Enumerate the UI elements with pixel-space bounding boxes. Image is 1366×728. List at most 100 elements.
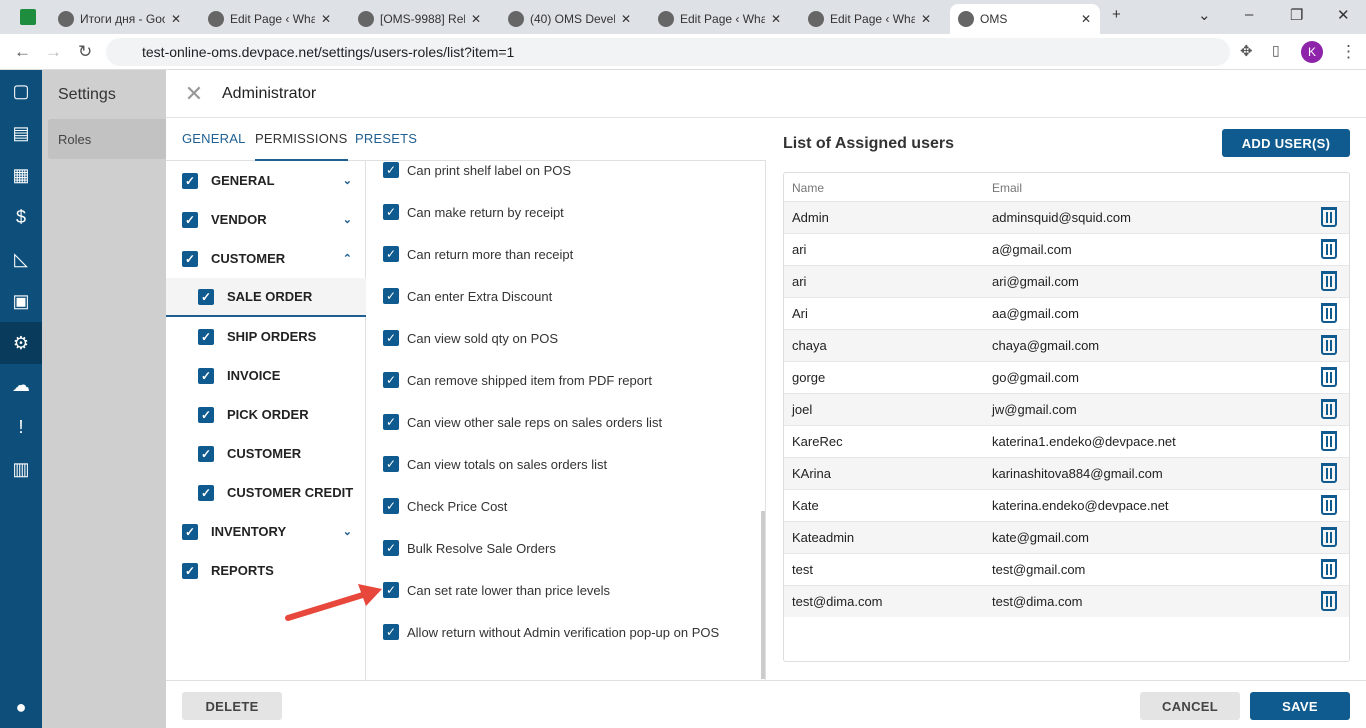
add-users-button[interactable]: ADD USER(S) bbox=[1222, 129, 1350, 157]
dashboard-icon[interactable]: ▢ bbox=[0, 70, 42, 112]
checkbox-checked-icon[interactable]: ✓ bbox=[198, 367, 214, 384]
tab-general[interactable]: GENERAL bbox=[182, 131, 246, 146]
checkbox-checked-icon[interactable]: ✓ bbox=[383, 330, 399, 346]
trash-icon[interactable] bbox=[1321, 559, 1337, 579]
checkbox-checked-icon[interactable]: ✓ bbox=[383, 498, 399, 514]
alert-icon[interactable]: ! bbox=[0, 406, 42, 448]
trash-icon[interactable] bbox=[1321, 463, 1337, 483]
category-item[interactable]: ✓ CUSTOMER ⌃ bbox=[166, 239, 366, 278]
category-item[interactable]: ✓ GENERAL ⌄ bbox=[166, 161, 366, 200]
scrollbar[interactable] bbox=[761, 511, 765, 679]
user-icon[interactable]: ● bbox=[0, 686, 42, 728]
back-icon[interactable]: ← bbox=[14, 42, 31, 62]
permission-item[interactable]: ✓ Can print shelf label on POS bbox=[383, 162, 571, 178]
settings-item-roles[interactable]: Roles bbox=[48, 119, 166, 159]
checkbox-checked-icon[interactable]: ✓ bbox=[383, 624, 399, 640]
checkbox-checked-icon[interactable]: ✓ bbox=[182, 250, 198, 267]
checkbox-checked-icon[interactable]: ✓ bbox=[182, 523, 198, 540]
checkbox-checked-icon[interactable]: ✓ bbox=[383, 372, 399, 388]
tab-close-icon[interactable]: ✕ bbox=[1081, 12, 1091, 26]
sheets-pinned-tab-icon[interactable] bbox=[20, 9, 36, 25]
save-button[interactable]: SAVE bbox=[1250, 692, 1350, 720]
trash-icon[interactable] bbox=[1321, 367, 1337, 387]
category-item[interactable]: ✓ SHIP ORDERS bbox=[166, 317, 366, 356]
trash-icon[interactable] bbox=[1321, 271, 1337, 291]
checkbox-checked-icon[interactable]: ✓ bbox=[383, 456, 399, 472]
ruler-icon[interactable]: ◺ bbox=[0, 238, 42, 280]
category-item[interactable]: ✓ INVENTORY ⌄ bbox=[166, 512, 366, 551]
category-item[interactable]: ✓ CUSTOMER bbox=[166, 434, 366, 473]
tab-presets[interactable]: PRESETS bbox=[355, 131, 417, 146]
trash-icon[interactable] bbox=[1321, 207, 1337, 227]
checkbox-checked-icon[interactable]: ✓ bbox=[383, 204, 399, 220]
restore-icon[interactable]: ❐ bbox=[1290, 6, 1303, 24]
tab-close-icon[interactable]: ✕ bbox=[771, 12, 781, 26]
browser-tab[interactable]: Edit Page ‹ What ✕ bbox=[650, 4, 798, 34]
tab-search-icon[interactable]: ⌄ bbox=[1198, 6, 1211, 24]
permission-item[interactable]: ✓ Can make return by receipt bbox=[383, 204, 564, 220]
trash-icon[interactable] bbox=[1321, 335, 1337, 355]
permission-item[interactable]: ✓ Can enter Extra Discount bbox=[383, 288, 552, 304]
checkbox-checked-icon[interactable]: ✓ bbox=[383, 582, 399, 598]
checkbox-checked-icon[interactable]: ✓ bbox=[182, 172, 198, 189]
checkbox-checked-icon[interactable]: ✓ bbox=[383, 246, 399, 262]
dollar-icon[interactable]: $ bbox=[0, 196, 42, 238]
permission-item[interactable]: ✓ Bulk Resolve Sale Orders bbox=[383, 540, 556, 556]
menu-icon[interactable]: ⋮ bbox=[1340, 42, 1357, 62]
document-icon[interactable]: ▤ bbox=[0, 112, 42, 154]
chevron-down-icon[interactable]: ⌄ bbox=[343, 525, 352, 538]
permission-item[interactable]: ✓ Can set rate lower than price levels bbox=[383, 582, 610, 598]
browser-tab[interactable]: OMS ✕ bbox=[950, 4, 1100, 34]
permission-item[interactable]: ✓ Can return more than receipt bbox=[383, 246, 573, 262]
cloud-upload-icon[interactable]: ☁ bbox=[0, 364, 42, 406]
checkbox-checked-icon[interactable]: ✓ bbox=[198, 484, 214, 501]
sidepanel-icon[interactable]: ▯ bbox=[1272, 42, 1280, 59]
url-input[interactable]: test-online-oms.devpace.net/settings/use… bbox=[106, 38, 1230, 66]
browser-tab[interactable]: (40) OMS Develo ✕ bbox=[500, 4, 648, 34]
category-item[interactable]: ✓ VENDOR ⌄ bbox=[166, 200, 366, 239]
checkbox-checked-icon[interactable]: ✓ bbox=[383, 414, 399, 430]
delete-button[interactable]: DELETE bbox=[182, 692, 282, 720]
tab-close-icon[interactable]: ✕ bbox=[921, 12, 931, 26]
category-item[interactable]: ✓ PICK ORDER bbox=[166, 395, 366, 434]
extensions-icon[interactable]: ✥ bbox=[1240, 42, 1253, 60]
checkbox-checked-icon[interactable]: ✓ bbox=[198, 406, 214, 423]
close-icon[interactable]: ✕ bbox=[166, 81, 222, 107]
browser-tab[interactable]: Edit Page ‹ What ✕ bbox=[800, 4, 948, 34]
trash-icon[interactable] bbox=[1321, 399, 1337, 419]
trash-icon[interactable] bbox=[1321, 303, 1337, 323]
checkbox-checked-icon[interactable]: ✓ bbox=[383, 540, 399, 556]
permission-item[interactable]: ✓ Allow return without Admin verification… bbox=[383, 624, 719, 640]
chevron-down-icon[interactable]: ⌄ bbox=[343, 174, 352, 187]
tab-close-icon[interactable]: ✕ bbox=[171, 12, 181, 26]
permission-item[interactable]: ✓ Can view other sale reps on sales order… bbox=[383, 414, 662, 430]
grid-icon[interactable]: ▦ bbox=[0, 154, 42, 196]
forward-icon[interactable]: → bbox=[45, 42, 62, 62]
trash-icon[interactable] bbox=[1321, 431, 1337, 451]
tab-close-icon[interactable]: ✕ bbox=[321, 12, 331, 26]
tab-close-icon[interactable]: ✕ bbox=[621, 12, 631, 26]
trash-icon[interactable] bbox=[1321, 495, 1337, 515]
tab-close-icon[interactable]: ✕ bbox=[471, 12, 481, 26]
chevron-down-icon[interactable]: ⌄ bbox=[343, 213, 352, 226]
calendar-icon[interactable]: ▣ bbox=[0, 280, 42, 322]
checkbox-checked-icon[interactable]: ✓ bbox=[198, 328, 214, 345]
permission-item[interactable]: ✓ Can view sold qty on POS bbox=[383, 330, 558, 346]
category-item[interactable]: ✓ INVOICE bbox=[166, 356, 366, 395]
trash-icon[interactable] bbox=[1321, 527, 1337, 547]
new-tab-icon[interactable]: + bbox=[1112, 6, 1121, 23]
trash-icon[interactable] bbox=[1321, 239, 1337, 259]
window-close-icon[interactable]: ✕ bbox=[1337, 6, 1350, 24]
checkbox-checked-icon[interactable]: ✓ bbox=[383, 288, 399, 304]
chevron-up-icon[interactable]: ⌃ bbox=[343, 252, 352, 265]
cancel-button[interactable]: CANCEL bbox=[1140, 692, 1240, 720]
category-item[interactable]: ✓ CUSTOMER CREDIT bbox=[166, 473, 366, 512]
permission-item[interactable]: ✓ Can view totals on sales orders list bbox=[383, 456, 607, 472]
profile-avatar[interactable]: K bbox=[1301, 41, 1323, 63]
browser-tab[interactable]: Edit Page ‹ What ✕ bbox=[200, 4, 348, 34]
category-item[interactable]: ✓ SALE ORDER bbox=[166, 278, 366, 317]
tab-permissions[interactable]: PERMISSIONS bbox=[255, 131, 348, 161]
report-icon[interactable]: ▥ bbox=[0, 448, 42, 490]
permission-item[interactable]: ✓ Can remove shipped item from PDF report bbox=[383, 372, 652, 388]
browser-tab[interactable]: Итоги дня - Goo ✕ bbox=[50, 4, 198, 34]
